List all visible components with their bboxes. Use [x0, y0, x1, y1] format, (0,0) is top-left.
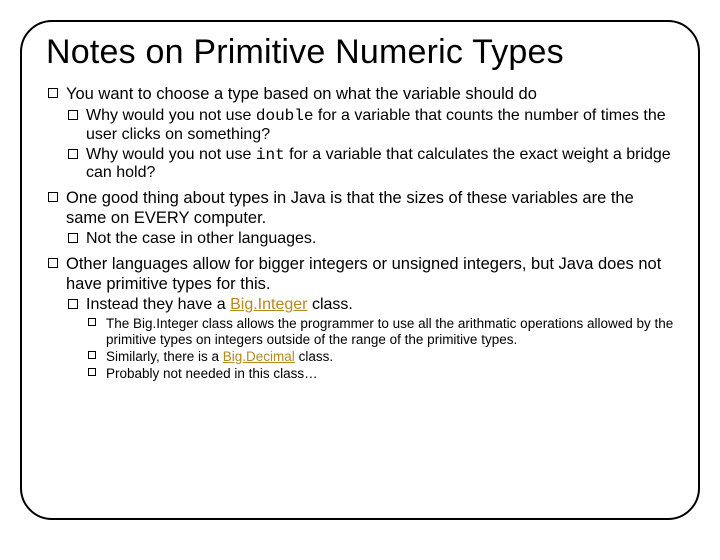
square-bullet-icon — [88, 351, 96, 359]
bullet-group-1: You want to choose a type based on what … — [46, 85, 674, 183]
square-bullet-icon — [68, 110, 78, 120]
bullet-item: One good thing about types in Java is th… — [46, 189, 674, 228]
bullet-text: One good thing about types in Java is th… — [66, 189, 634, 226]
square-bullet-icon — [68, 233, 78, 243]
bullet-item: Not the case in other languages. — [46, 230, 674, 249]
link-bigdecimal[interactable]: Big.Decimal — [223, 349, 295, 364]
code-text: double — [256, 107, 314, 125]
bullet-text-post: class. — [295, 349, 333, 364]
link-biginteger[interactable]: Big.Integer — [230, 296, 307, 313]
slide-frame: Notes on Primitive Numeric Types You wan… — [20, 20, 700, 520]
bullet-item: Probably not needed in this class… — [46, 366, 674, 382]
bullet-text-post: class. — [308, 296, 353, 313]
bullet-text-pre: Similarly, there is a — [106, 349, 223, 364]
bullet-group-2: One good thing about types in Java is th… — [46, 189, 674, 249]
bullet-item: The Big.Integer class allows the program… — [46, 316, 674, 348]
bullet-item: Why would you not use double for a varia… — [46, 107, 674, 145]
bullet-item: Other languages allow for bigger integer… — [46, 255, 674, 294]
bullet-item: You want to choose a type based on what … — [46, 85, 674, 104]
square-bullet-icon — [48, 88, 58, 98]
slide-content: You want to choose a type based on what … — [46, 85, 674, 381]
bullet-item: Similarly, there is a Big.Decimal class. — [46, 349, 674, 365]
square-bullet-icon — [48, 258, 58, 268]
code-text: int — [256, 146, 285, 164]
bullet-item: Instead they have a Big.Integer class. — [46, 296, 674, 315]
bullet-item: Why would you not use int for a variable… — [46, 146, 674, 184]
bullet-text: Probably not needed in this class… — [106, 366, 318, 381]
square-bullet-icon — [68, 149, 78, 159]
square-bullet-icon — [88, 368, 96, 376]
bullet-text-pre: Why would you not use — [86, 107, 256, 124]
slide-title: Notes on Primitive Numeric Types — [46, 34, 674, 71]
bullet-text-pre: Instead they have a — [86, 296, 230, 313]
bullet-group-3: Other languages allow for bigger integer… — [46, 255, 674, 382]
bullet-text: You want to choose a type based on what … — [66, 85, 537, 103]
bullet-text: Other languages allow for bigger integer… — [66, 255, 661, 292]
square-bullet-icon — [48, 192, 58, 202]
square-bullet-icon — [68, 299, 78, 309]
square-bullet-icon — [88, 318, 96, 326]
bullet-text: Not the case in other languages. — [86, 230, 316, 247]
bullet-text: The Big.Integer class allows the program… — [106, 316, 673, 347]
bullet-text-pre: Why would you not use — [86, 146, 256, 163]
